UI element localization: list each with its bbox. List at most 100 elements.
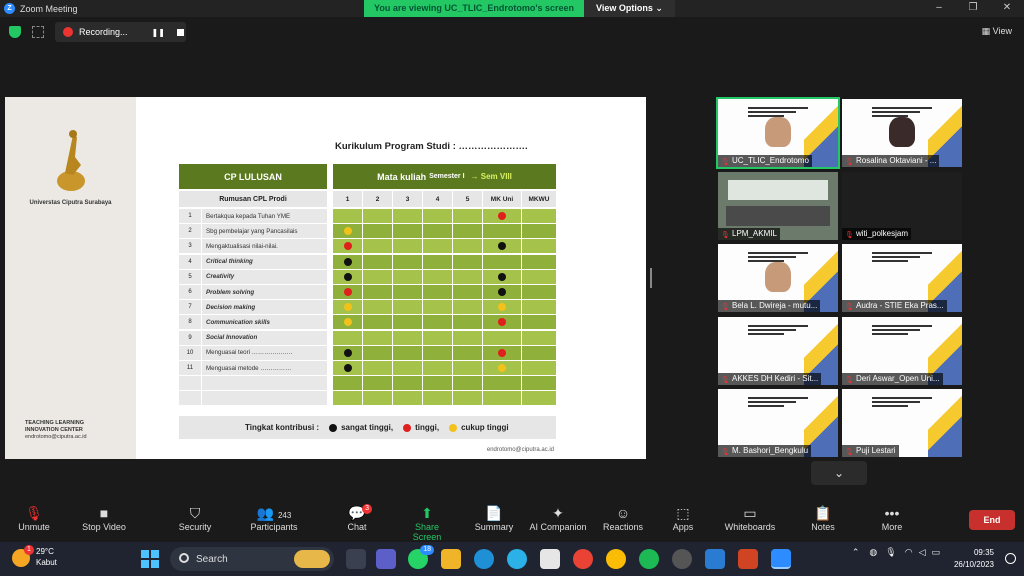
mata-kuliah-header: Mata kuliah Semester I → Sem VIII bbox=[333, 164, 556, 189]
table-cell bbox=[522, 285, 556, 299]
participant-tile[interactable]: 🎙 M. Bashori_Bengkulu bbox=[718, 389, 838, 457]
weather-widget[interactable]: 1 29°C Kabut bbox=[12, 545, 57, 568]
share-screen-button[interactable]: ⬆ Share Screen bbox=[400, 504, 454, 542]
chat-button[interactable]: 💬 3 Chat bbox=[346, 504, 372, 532]
participant-name-bar: 🎙 LPM_AKMIL bbox=[718, 228, 780, 240]
security-shield-icon[interactable] bbox=[9, 26, 21, 38]
security-button[interactable]: ⛉ Security bbox=[178, 504, 212, 532]
participant-tile[interactable]: 🎙 UC_TLIC_Endrotomo bbox=[716, 97, 840, 169]
row-label: Social Innovation bbox=[202, 330, 327, 345]
center-name: TEACHING LEARNING INNOVATION CENTER endr… bbox=[25, 420, 87, 441]
store-icon[interactable] bbox=[540, 549, 560, 569]
table-cell bbox=[453, 224, 482, 239]
table-cell bbox=[522, 315, 556, 330]
row-number: 7 bbox=[179, 300, 201, 315]
contribution-dot-red bbox=[343, 288, 352, 296]
contribution-dot-black bbox=[498, 288, 506, 296]
participant-tile[interactable]: 🎙 Deri Aswar_Open Uni... bbox=[842, 317, 962, 385]
powerpoint-icon[interactable] bbox=[738, 549, 758, 569]
legend: Tingkat kontribusi : sangat tinggi, ting… bbox=[179, 416, 556, 439]
table-cell bbox=[423, 391, 452, 406]
search-label: Search bbox=[196, 553, 228, 565]
table-cell bbox=[393, 285, 422, 299]
pause-recording-icon[interactable]: ❚❚ bbox=[152, 28, 165, 37]
taskbar-clock[interactable]: 09:35 26/10/2023 bbox=[954, 547, 994, 571]
whatsapp-icon[interactable]: 18 bbox=[408, 545, 434, 569]
table-cell bbox=[522, 209, 556, 223]
more-button[interactable]: ••• More bbox=[880, 504, 904, 532]
participant-tile[interactable]: 🎙 Puji Lestari bbox=[842, 389, 962, 457]
unmute-button[interactable]: 🎙 Unmute bbox=[17, 504, 51, 532]
participant-tile[interactable]: 🎙 Bela L. Dwireja - mutu... bbox=[718, 244, 838, 312]
split-drag-handle[interactable] bbox=[650, 268, 652, 288]
edge-icon[interactable] bbox=[474, 549, 494, 569]
file-explorer-icon[interactable] bbox=[441, 549, 461, 569]
right-email: endrotomo@ciputra.ac.id bbox=[486, 447, 554, 453]
battery-icon[interactable]: ▭ bbox=[931, 547, 940, 558]
participant-tile[interactable]: 🎙 AKKES DH Kediri - Sit... bbox=[718, 317, 838, 385]
gallery-next-chevron-icon[interactable]: ⌄ bbox=[811, 461, 867, 485]
table-cell bbox=[393, 300, 422, 315]
table-cell bbox=[483, 224, 521, 239]
chrome-icon[interactable] bbox=[573, 549, 593, 569]
table-cell bbox=[453, 239, 482, 254]
notes-button[interactable]: 📋 Notes bbox=[810, 504, 836, 532]
participant-tile[interactable]: 🎙 Rosalina Oktaviani - ... bbox=[842, 99, 962, 167]
notification-icon[interactable] bbox=[1005, 553, 1016, 564]
edge-dev-icon[interactable] bbox=[507, 549, 527, 569]
row-label: Decision making bbox=[202, 300, 327, 315]
table-cell bbox=[453, 345, 482, 360]
meeting-info-icon[interactable] bbox=[32, 26, 44, 38]
row-number: 9 bbox=[179, 330, 201, 345]
participants-count: 243 bbox=[277, 511, 292, 520]
task-view-icon[interactable] bbox=[346, 549, 366, 569]
table-cell bbox=[522, 224, 556, 239]
contribution-dot-yellow bbox=[343, 318, 352, 327]
table-cell bbox=[393, 269, 422, 284]
left-email: endrotomo@ciputra.ac.id bbox=[25, 434, 87, 440]
share-screen-icon: ⬆ bbox=[421, 505, 433, 521]
maximize-icon[interactable]: ❐ bbox=[956, 0, 990, 17]
table-cell bbox=[483, 391, 521, 406]
weather-badge: 1 bbox=[24, 545, 34, 555]
record-dot-icon bbox=[63, 27, 73, 37]
chrome-profile-icon[interactable] bbox=[606, 549, 626, 569]
table-cell bbox=[453, 285, 482, 299]
media-player-icon[interactable] bbox=[672, 549, 692, 569]
close-icon[interactable]: ✕ bbox=[990, 0, 1024, 17]
window-controls: – ❐ ✕ bbox=[922, 0, 1024, 17]
apps-button[interactable]: ⬚ Apps bbox=[672, 504, 694, 532]
windows-start-icon[interactable] bbox=[141, 550, 159, 568]
tray-chevron-icon[interactable]: ⌃ bbox=[852, 547, 860, 558]
end-button[interactable]: End bbox=[969, 510, 1015, 530]
minimize-icon[interactable]: – bbox=[922, 0, 956, 17]
teams-icon[interactable] bbox=[376, 549, 396, 569]
stop-recording-icon[interactable] bbox=[176, 28, 184, 36]
participant-name: M. Bashori_Bengkulu bbox=[732, 446, 809, 455]
volume-icon[interactable]: ◁ bbox=[919, 547, 926, 558]
center-line-1: TEACHING LEARNING bbox=[25, 420, 84, 426]
taskbar-search[interactable]: Search bbox=[170, 547, 334, 571]
view-options-button[interactable]: View Options ⌄ bbox=[584, 0, 675, 17]
spotify-icon[interactable] bbox=[639, 549, 659, 569]
stop-video-button[interactable]: ■ Stop Video bbox=[81, 504, 127, 532]
viewing-banner: You are viewing UC_TLIC_Endrotomo's scre… bbox=[364, 0, 675, 17]
wifi-icon[interactable]: ◠ bbox=[905, 547, 913, 558]
participant-tile[interactable]: 🎙 LPM_AKMIL bbox=[718, 172, 838, 240]
participant-tile[interactable]: 🎙 Audra - STIE Eka Pras... bbox=[842, 244, 962, 312]
whiteboards-button[interactable]: ▭ Whiteboards bbox=[724, 504, 776, 532]
ai-companion-button[interactable]: ✦ AI Companion bbox=[529, 504, 587, 532]
zoom-taskbar-icon[interactable] bbox=[771, 549, 791, 569]
table-cell bbox=[423, 285, 452, 299]
view-button[interactable]: ▦ View bbox=[982, 26, 1012, 37]
table-cell bbox=[363, 269, 392, 284]
participant-tile[interactable]: 🎙 witi_polkesjam bbox=[842, 172, 962, 240]
contribution-dot-black bbox=[343, 364, 352, 372]
outlook-icon[interactable] bbox=[705, 549, 725, 569]
mic-tray-icon[interactable]: 🎙 bbox=[885, 547, 896, 558]
network-icon[interactable]: ◍ bbox=[869, 547, 877, 558]
summary-button[interactable]: 📄 Summary bbox=[474, 504, 514, 532]
weather-condition: Kabut bbox=[36, 558, 57, 567]
participants-button[interactable]: 👥 243 Participants bbox=[250, 504, 298, 532]
reactions-button[interactable]: ☺ Reactions bbox=[603, 504, 643, 532]
